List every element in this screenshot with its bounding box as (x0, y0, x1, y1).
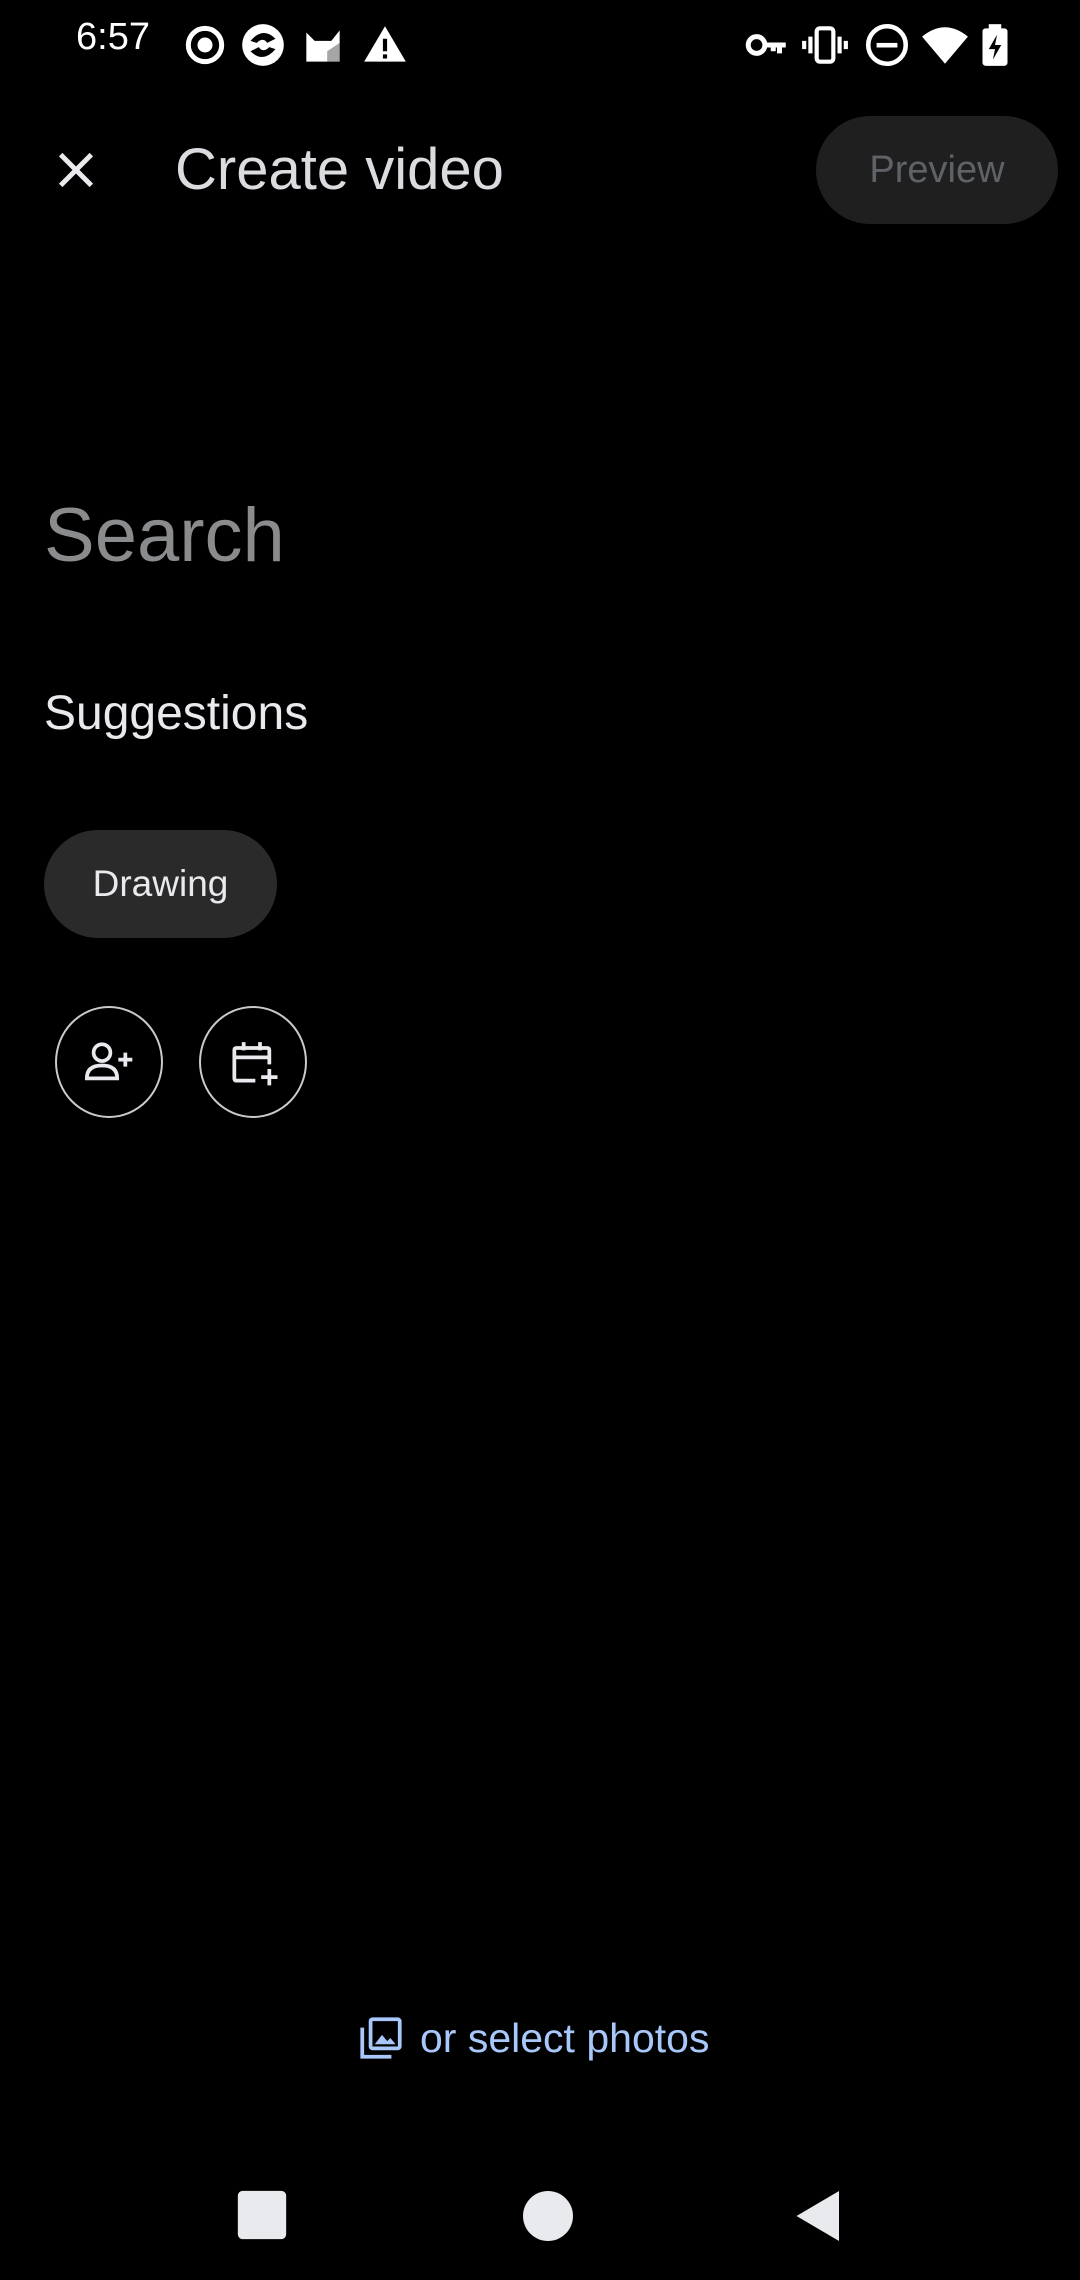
home-icon (523, 2191, 573, 2241)
vpn-app-icon (238, 20, 288, 70)
suggestion-chip-drawing[interactable]: Drawing (44, 830, 277, 938)
add-date-button[interactable] (199, 1006, 307, 1118)
battery-charging-icon (970, 20, 1020, 70)
search-input[interactable] (44, 490, 1044, 580)
back-button[interactable] (789, 2186, 849, 2246)
key-icon (742, 20, 792, 70)
close-icon (58, 152, 94, 188)
preview-button[interactable]: Preview (816, 116, 1058, 224)
recents-button[interactable] (233, 2186, 291, 2244)
status-time: 6:57 (76, 16, 150, 58)
home-button[interactable] (518, 2186, 578, 2246)
do-not-disturb-icon (862, 20, 912, 70)
close-button[interactable] (36, 130, 116, 210)
wifi-icon (920, 20, 970, 70)
photo-library-icon (360, 2017, 402, 2059)
recents-icon (237, 2190, 287, 2240)
warning-icon (360, 20, 410, 70)
add-date-icon (232, 1042, 278, 1086)
record-icon (180, 20, 230, 70)
vibrate-icon (800, 20, 850, 70)
add-person-icon (84, 1042, 133, 1081)
back-icon (796, 2191, 839, 2241)
page-title: Create video (175, 137, 504, 202)
select-photos-label: or select photos (420, 2014, 710, 2061)
cat-app-icon (298, 20, 348, 70)
add-person-button[interactable] (55, 1006, 163, 1118)
suggestions-heading: Suggestions (44, 687, 309, 740)
select-photos-link[interactable]: or select photos (356, 2006, 709, 2070)
